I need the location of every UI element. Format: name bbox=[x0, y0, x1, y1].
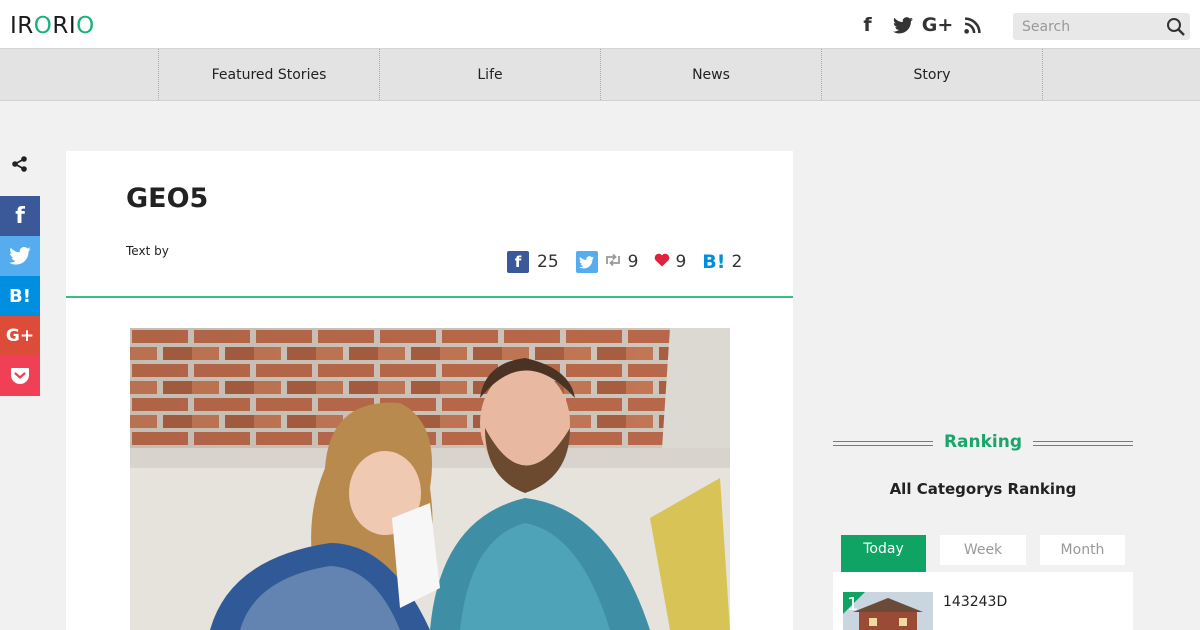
nav-tab-story[interactable]: Story bbox=[821, 49, 1042, 100]
share-icon[interactable] bbox=[10, 154, 30, 174]
share-twitter-button[interactable] bbox=[0, 236, 40, 276]
header-social-links: f G+ bbox=[850, 13, 990, 37]
retweet-icon bbox=[604, 252, 622, 272]
article-title: GEO5 bbox=[126, 183, 209, 214]
twitter-icon[interactable] bbox=[885, 13, 920, 37]
twitter-share-count[interactable]: 9 bbox=[575, 251, 638, 273]
ranking-list: 1 143243D bbox=[833, 572, 1133, 630]
article-byline: Text by bbox=[126, 244, 169, 258]
logo-text-1: IR bbox=[10, 13, 34, 39]
like-count[interactable]: 9 bbox=[654, 252, 686, 272]
logo-text-2: O bbox=[33, 13, 53, 39]
main-nav: Featured Stories Life News Story bbox=[0, 49, 1200, 101]
logo-text-4: O bbox=[76, 13, 95, 39]
twitter-icon bbox=[575, 251, 598, 273]
facebook-icon[interactable]: f bbox=[850, 13, 885, 37]
search-icon[interactable] bbox=[1166, 17, 1186, 37]
article-card: GEO5 Text by f 25 9 9 B! 2 bbox=[66, 151, 793, 630]
title-divider bbox=[66, 296, 793, 298]
heart-icon bbox=[654, 252, 670, 272]
ranking-subtitle: All Categorys Ranking bbox=[889, 480, 1077, 498]
ranking-thumbnail: 1 bbox=[843, 592, 933, 630]
ranking-heading: Ranking bbox=[833, 432, 1133, 456]
nav-tab-life[interactable]: Life bbox=[379, 49, 600, 100]
share-rail: f B! G+ bbox=[0, 196, 40, 396]
ranking-tab-week[interactable]: Week bbox=[940, 535, 1026, 565]
facebook-icon: f bbox=[507, 251, 529, 273]
share-pocket-button[interactable] bbox=[0, 356, 40, 396]
nav-tab-featured-stories[interactable]: Featured Stories bbox=[158, 49, 379, 100]
ranking-tab-month[interactable]: Month bbox=[1040, 535, 1125, 565]
share-facebook-button[interactable]: f bbox=[0, 196, 40, 236]
nav-divider bbox=[1042, 49, 1043, 100]
site-header: IRORIO f G+ bbox=[0, 0, 1200, 49]
article-hero-image bbox=[130, 328, 730, 630]
google-plus-icon[interactable]: G+ bbox=[920, 13, 955, 37]
facebook-share-count[interactable]: f 25 bbox=[507, 251, 559, 273]
pocket-icon bbox=[11, 368, 29, 384]
twitter-icon bbox=[9, 247, 31, 265]
ranking-item-title: 143243D bbox=[943, 594, 1008, 610]
site-logo[interactable]: IRORIO bbox=[10, 13, 95, 39]
facebook-icon: f bbox=[15, 203, 25, 229]
share-counts: f 25 9 9 B! 2 bbox=[507, 251, 742, 273]
logo-text-3: RI bbox=[52, 13, 77, 39]
hatena-bookmark-icon: B! bbox=[702, 251, 726, 273]
share-google-plus-button[interactable]: G+ bbox=[0, 316, 40, 356]
google-plus-icon: G+ bbox=[5, 326, 35, 346]
hatena-bookmark-icon: B! bbox=[9, 285, 31, 307]
rss-icon[interactable] bbox=[955, 13, 990, 37]
ranking-heading-line-right bbox=[1033, 441, 1133, 446]
ranking-tab-today[interactable]: Today bbox=[841, 535, 926, 572]
search-box bbox=[1013, 13, 1190, 40]
nav-tab-news[interactable]: News bbox=[600, 49, 821, 100]
search-input[interactable] bbox=[1013, 13, 1163, 40]
hatena-bookmark-count[interactable]: B! 2 bbox=[702, 251, 742, 273]
share-hatena-button[interactable]: B! bbox=[0, 276, 40, 316]
ranking-number: 1 bbox=[847, 594, 859, 615]
